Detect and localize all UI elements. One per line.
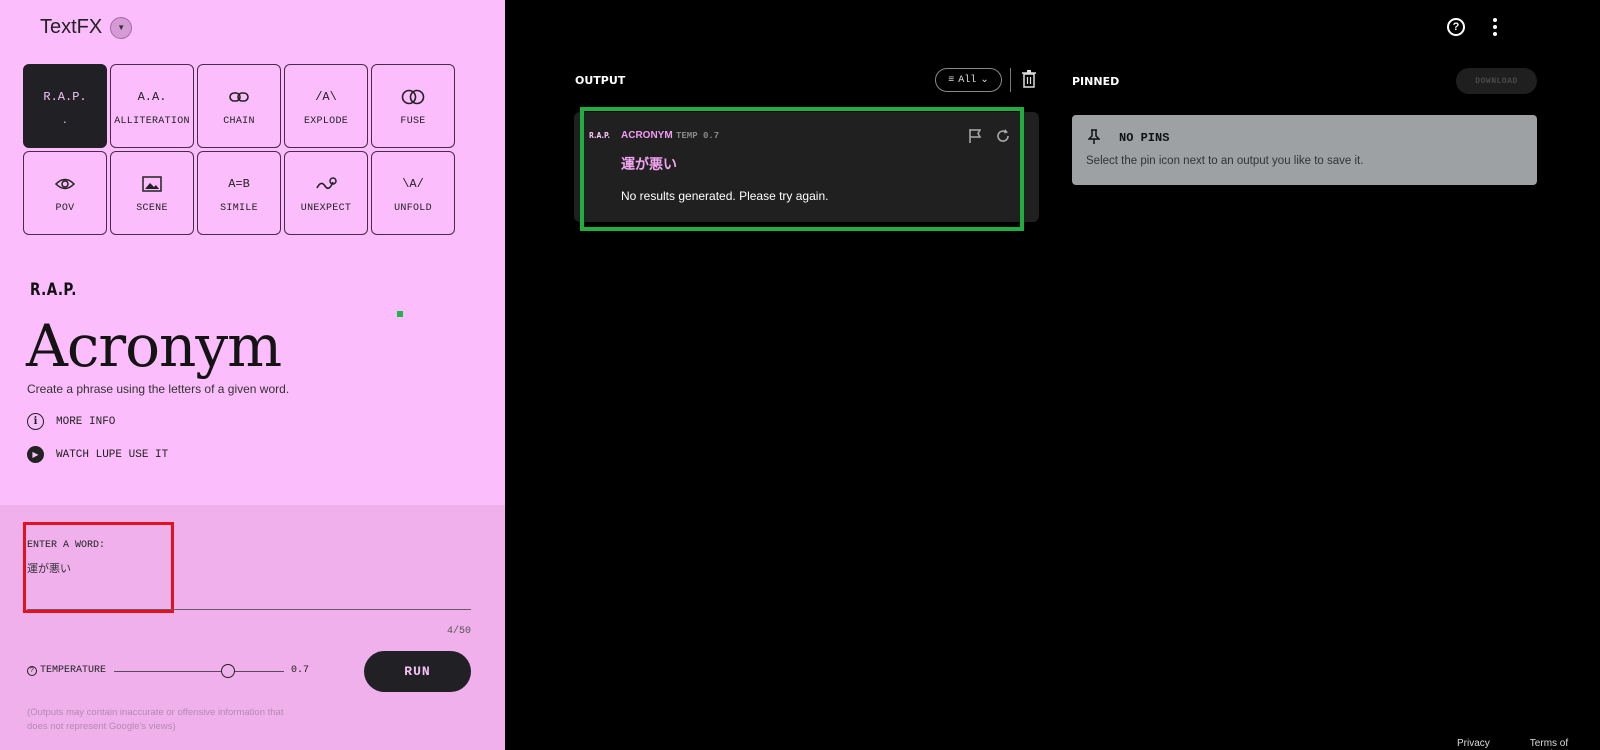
- watch-video-link[interactable]: ▶ WATCH LUPE USE IT: [27, 446, 168, 463]
- no-pins-panel: NO PINS Select the pin icon next to an o…: [1072, 115, 1537, 185]
- help-icon[interactable]: ?: [1447, 18, 1465, 36]
- no-pins-text: Select the pin icon next to an output yo…: [1086, 155, 1364, 167]
- tool-fuse[interactable]: FUSE: [371, 64, 455, 148]
- pin-icon: [1088, 129, 1100, 144]
- tool-explode[interactable]: /A\ EXPLODE: [284, 64, 368, 148]
- tool-label: UNEXPECT: [300, 202, 352, 214]
- more-info-label: MORE INFO: [56, 415, 116, 428]
- no-pins-title: NO PINS: [1119, 131, 1170, 145]
- tool-label: ALLITERATION: [114, 115, 190, 127]
- brand: TextFX ▼: [40, 16, 133, 39]
- terms-link[interactable]: Terms of Service: [1530, 738, 1600, 750]
- divider: [1010, 68, 1011, 92]
- input-panel: ENTER A WORD: 4/50 ? TEMPERATURE 0.7 RUN…: [0, 505, 505, 750]
- tool-scene[interactable]: SCENE: [110, 151, 194, 235]
- explode-icon: /A\: [315, 89, 337, 104]
- filter-value: All: [958, 74, 977, 86]
- temperature-label-row: ? TEMPERATURE: [27, 665, 106, 676]
- pinned-heading: PINNED: [1072, 75, 1120, 88]
- input-underline: [27, 609, 471, 610]
- scene-icon: [142, 173, 162, 195]
- footer: Privacy Terms of Service: [1457, 738, 1600, 750]
- watch-label: WATCH LUPE USE IT: [56, 448, 169, 461]
- word-input-label: ENTER A WORD:: [27, 540, 106, 551]
- tool-label: SCENE: [136, 202, 168, 214]
- tool-chain[interactable]: CHAIN: [197, 64, 281, 148]
- tool-description: Create a phrase using the letters of a g…: [27, 382, 290, 396]
- cursor-marker: [397, 311, 403, 317]
- unexpect-icon: [315, 173, 337, 195]
- tool-label: SIMILE: [220, 202, 258, 214]
- temperature-value: 0.7: [291, 665, 310, 676]
- fuse-icon: [401, 86, 425, 108]
- tool-label: CHAIN: [223, 115, 255, 127]
- download-button[interactable]: DOWNLOAD: [1456, 68, 1537, 94]
- char-counter: 4/50: [446, 626, 471, 637]
- app-title: TextFX: [40, 16, 103, 38]
- trash-icon[interactable]: [1022, 70, 1036, 88]
- tool-simile[interactable]: A=B SIMILE: [197, 151, 281, 235]
- tool-grid: R.A.P. . A.A. ALLITERATION CHAIN /A\ EXP…: [23, 64, 455, 235]
- run-button[interactable]: RUN: [364, 651, 471, 692]
- tool-rap[interactable]: R.A.P. .: [23, 64, 107, 148]
- card-temperature: TEMP 0.7: [676, 131, 720, 141]
- tool-label: POV: [55, 202, 75, 214]
- card-input-word: 運が悪い: [621, 157, 677, 173]
- privacy-link[interactable]: Privacy: [1457, 738, 1490, 750]
- word-input[interactable]: [27, 561, 467, 574]
- info-icon: i: [27, 413, 44, 430]
- slider-thumb[interactable]: [220, 664, 235, 678]
- tool-label: UNFOLD: [394, 202, 432, 214]
- card-tool-type: ACRONYM: [621, 130, 673, 141]
- more-info-link[interactable]: i MORE INFO: [27, 413, 115, 430]
- tool-unexpect[interactable]: UNEXPECT: [284, 151, 368, 235]
- tool-label: EXPLODE: [303, 115, 349, 127]
- rap-icon: R.A.P.: [43, 89, 87, 104]
- tool-label: FUSE: [400, 115, 426, 127]
- top-toolbar: ?: [1447, 18, 1497, 36]
- output-filter-dropdown[interactable]: ≡ All ⌄: [935, 68, 1002, 92]
- tool-pov[interactable]: POV: [23, 151, 107, 235]
- chevron-down-icon: ⌄: [980, 75, 989, 86]
- unfold-icon: \A/: [402, 176, 424, 191]
- temperature-label: TEMPERATURE: [40, 665, 107, 676]
- simile-icon: A=B: [228, 176, 250, 191]
- chain-icon: [229, 86, 249, 108]
- app-menu-dropdown[interactable]: ▼: [110, 16, 133, 39]
- temperature-slider[interactable]: [114, 664, 284, 678]
- disclaimer: (Outputs may contain inaccurate or offen…: [27, 707, 284, 732]
- pov-icon: [54, 173, 76, 195]
- left-panel: TextFX ▼ R.A.P. . A.A. ALLITERATION CHAI…: [0, 0, 505, 750]
- more-vert-icon[interactable]: [1493, 18, 1497, 36]
- card-message: No results generated. Please try again.: [621, 189, 829, 203]
- tool-alliteration[interactable]: A.A. ALLITERATION: [110, 64, 194, 148]
- tool-unfold[interactable]: \A/ UNFOLD: [371, 151, 455, 235]
- output-heading: OUTPUT: [575, 74, 626, 87]
- flag-icon[interactable]: [968, 128, 982, 144]
- chevron-down-icon: ▼: [117, 23, 126, 32]
- tool-label: .: [61, 115, 69, 127]
- play-icon: ▶: [27, 446, 44, 463]
- tool-title: Acronym: [26, 312, 282, 380]
- refresh-icon[interactable]: [995, 128, 1011, 144]
- card-tool-logo: R.A.P.: [589, 131, 610, 140]
- alliteration-icon: A.A.: [137, 89, 167, 104]
- list-icon: ≡: [948, 74, 955, 86]
- rap-logo: R.A.P.: [30, 280, 77, 300]
- help-small-icon[interactable]: ?: [27, 665, 37, 676]
